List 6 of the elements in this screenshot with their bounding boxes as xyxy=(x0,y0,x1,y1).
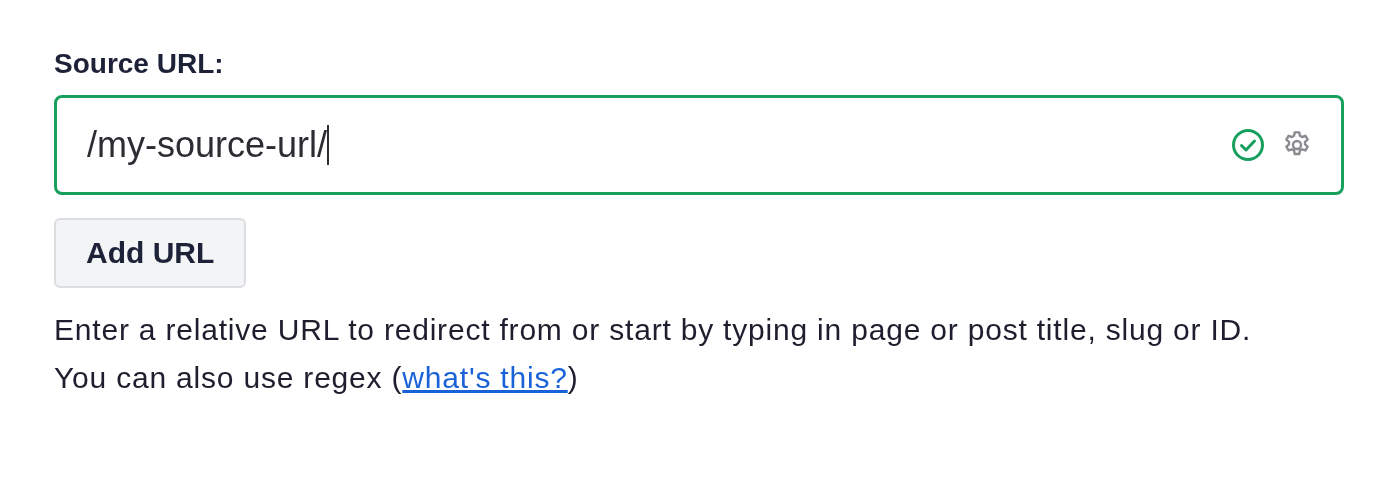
help-text: Enter a relative URL to redirect from or start by typing in page or post title, slug or ID. You can also use regex (what's this?) xyxy=(54,312,1253,396)
whats-this-link[interactable]: what's this? xyxy=(402,361,568,394)
add-url-button[interactable]: Add URL xyxy=(54,218,247,288)
source-url-field[interactable]: /my-source-url/ xyxy=(54,95,1344,195)
check-circle-icon xyxy=(1231,128,1265,162)
field-label: Source URL: xyxy=(54,48,224,80)
